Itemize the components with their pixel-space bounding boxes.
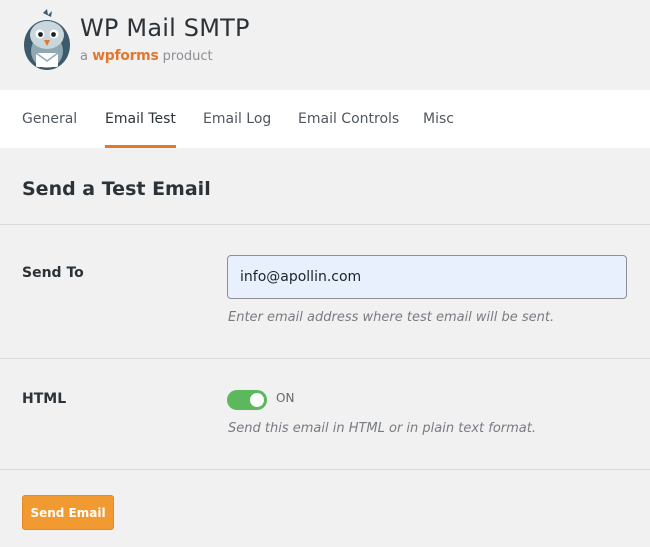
html-help: Send this email in HTML or in plain text…: [228, 421, 536, 436]
toggle-knob: [250, 393, 264, 407]
settings-tabs: General Email Test Email Log Email Contr…: [0, 90, 650, 148]
divider: [0, 224, 650, 225]
divider: [0, 358, 650, 359]
tab-email-log[interactable]: Email Log: [203, 90, 271, 148]
tab-misc[interactable]: Misc: [423, 90, 454, 148]
tab-general[interactable]: General: [22, 90, 77, 148]
html-toggle[interactable]: [227, 390, 267, 410]
brand-title: WP Mail SMTP: [80, 14, 250, 42]
wpforms-wordmark: wpforms: [92, 48, 159, 64]
divider: [0, 469, 650, 470]
tab-email-test[interactable]: Email Test: [105, 90, 176, 148]
brand-subtitle: a wpforms product: [80, 48, 213, 64]
html-toggle-state: ON: [276, 391, 295, 405]
send-to-input[interactable]: [227, 255, 627, 299]
app-header: WP Mail SMTP a wpforms product: [0, 0, 650, 90]
send-email-button[interactable]: Send Email: [22, 495, 114, 530]
tab-email-controls[interactable]: Email Controls: [298, 90, 399, 148]
html-label: HTML: [22, 391, 67, 407]
page-title: Send a Test Email: [22, 178, 211, 200]
send-to-label: Send To: [22, 265, 84, 281]
brand-sub-prefix: a: [80, 49, 88, 64]
pigeon-logo-icon: [24, 9, 70, 70]
brand-sub-suffix: product: [162, 49, 213, 64]
send-to-help: Enter email address where test email wil…: [228, 310, 555, 325]
